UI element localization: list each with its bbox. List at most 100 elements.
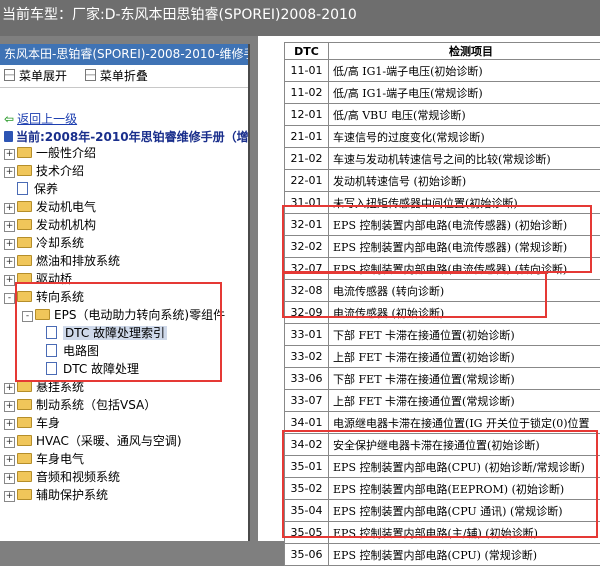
tree-item[interactable]: + 音频和视频系统 xyxy=(4,468,120,486)
tree-item[interactable]: + 技术介绍 xyxy=(4,162,84,180)
expand-toggle-icon[interactable]: + xyxy=(4,203,15,214)
folder-icon xyxy=(17,201,32,212)
dtc-code-cell: 33-07 xyxy=(285,390,329,412)
folder-icon xyxy=(17,237,32,248)
dtc-description-cell: 电流传感器 (转向诊断) xyxy=(329,280,600,302)
dtc-description-cell: 下部 FET 卡滞在接通位置(常规诊断) xyxy=(329,368,600,390)
folder-icon xyxy=(17,399,32,410)
collapse-menu-button[interactable]: 菜单折叠 xyxy=(85,69,148,83)
folder-icon xyxy=(17,471,32,482)
book-icon xyxy=(4,131,13,142)
dtc-row: 35-01EPS 控制装置内部电路(CPU) (初始诊断/常规诊断) xyxy=(285,456,600,478)
tree-item-label: 燃油和排放系统 xyxy=(36,254,120,268)
dtc-description-cell: EPS 控制装置内部电路(电流传感器) (初始诊断) xyxy=(329,214,600,236)
tree-item[interactable]: + 悬挂系统 xyxy=(4,378,84,396)
expand-toggle-icon[interactable]: + xyxy=(4,437,15,448)
dtc-code-cell: 32-07 xyxy=(285,258,329,280)
expand-toggle-icon[interactable]: + xyxy=(4,221,15,232)
dtc-description-cell: 发动机转速信号 (初始诊断) xyxy=(329,170,600,192)
tree-item[interactable]: + 燃油和排放系统 xyxy=(4,252,120,270)
dtc-code-cell: 32-01 xyxy=(285,214,329,236)
expand-menu-button[interactable]: 菜单展开 xyxy=(4,69,67,83)
tree-item[interactable]: +车身电气 xyxy=(4,450,84,468)
expand-toggle-icon[interactable]: + xyxy=(4,275,15,286)
dtc-code-cell: 21-01 xyxy=(285,126,329,148)
dtc-description-cell: 车速信号的过度变化(常规诊断) xyxy=(329,126,600,148)
tree-item-label: 悬挂系统 xyxy=(36,380,84,394)
collapse-toggle-icon[interactable]: - xyxy=(4,293,15,304)
dtc-row: 34-02安全保护继电器卡滞在接通位置(初始诊断) xyxy=(285,434,600,456)
tree-item[interactable]: + HVAC（采暖、通风与空调) xyxy=(4,432,182,450)
dtc-description-cell: 下部 FET 卡滞在接通位置(初始诊断) xyxy=(329,324,600,346)
dtc-description-cell: 未写入扭矩传感器中间位置(初始诊断) xyxy=(329,192,600,214)
tree-item[interactable]: DTC 故障处理 xyxy=(40,360,139,378)
expand-toggle-icon[interactable]: + xyxy=(4,401,15,412)
dtc-row: 35-04EPS 控制装置内部电路(CPU 通讯) (常规诊断) xyxy=(285,500,600,522)
current-manual-text: 当前:2008年-2010年思铂睿维修手册（增补 xyxy=(16,130,250,144)
tree-item[interactable]: + 制动系统（包括VSA） xyxy=(4,396,156,414)
tree-item[interactable]: + 发动机电气 xyxy=(4,198,96,216)
tree-item-label: 制动系统（包括VSA） xyxy=(36,398,156,412)
dtc-code-cell: 35-05 xyxy=(285,522,329,544)
dtc-row: 33-06下部 FET 卡滞在接通位置(常规诊断) xyxy=(285,368,600,390)
back-link[interactable]: ⇦返回上一级 xyxy=(4,110,77,127)
dtc-description-cell: 低/高 IG1-端子电压(常规诊断) xyxy=(329,82,600,104)
expand-toggle-icon[interactable]: + xyxy=(4,455,15,466)
tree-item[interactable]: 保养 xyxy=(4,180,58,198)
tree-item-label: 车身 xyxy=(36,416,60,430)
tree-item[interactable]: +驱动桥 xyxy=(4,270,72,288)
tree-item-label: 发动机电气 xyxy=(36,200,96,214)
tree-item[interactable]: DTC 故障处理索引 xyxy=(40,324,167,342)
dtc-code-cell: 31-01 xyxy=(285,192,329,214)
dtc-code-cell: 32-02 xyxy=(285,236,329,258)
expand-toggle-icon[interactable]: + xyxy=(4,257,15,268)
tree-item[interactable]: -EPS（电动助力转向系统)零组件 xyxy=(22,306,225,324)
expand-toggle-icon[interactable]: + xyxy=(4,473,15,484)
dtc-description-cell: EPS 控制装置内部电路(电流传感器) (转向诊断) xyxy=(329,258,600,280)
dtc-description-cell: EPS 控制装置内部电路(CPU) (初始诊断/常规诊断) xyxy=(329,456,600,478)
collapse-toggle-icon[interactable]: - xyxy=(22,311,33,322)
dtc-code-cell: 32-09 xyxy=(285,302,329,324)
dtc-row: 32-09电流传感器 (初始诊断) xyxy=(285,302,600,324)
tree-item[interactable]: -转向系统 xyxy=(4,288,84,306)
tree-item-label: 技术介绍 xyxy=(36,164,84,178)
dtc-description-cell: EPS 控制装置内部电路(主/辅) (初始诊断) xyxy=(329,522,600,544)
dtc-code-cell: 33-02 xyxy=(285,346,329,368)
dtc-row: 35-05EPS 控制装置内部电路(主/辅) (初始诊断) xyxy=(285,522,600,544)
dtc-description-cell: 低/高 VBU 电压(常规诊断) xyxy=(329,104,600,126)
folder-icon xyxy=(17,219,32,230)
dtc-description-cell: EPS 控制装置内部电路(CPU 通讯) (常规诊断) xyxy=(329,500,600,522)
tree-item-label: HVAC（采暖、通风与空调) xyxy=(36,434,182,448)
dtc-code-cell: 35-01 xyxy=(285,456,329,478)
tree-item[interactable]: 电路图 xyxy=(40,342,99,360)
expand-toggle-icon[interactable]: + xyxy=(4,149,15,160)
tree-item-label: 保养 xyxy=(34,182,58,196)
tree-item[interactable]: +辅助保护系统 xyxy=(4,486,108,504)
expand-icon xyxy=(4,69,15,81)
dtc-description-cell: 车速与发动机转速信号之间的比较(常规诊断) xyxy=(329,148,600,170)
collapse-menu-label: 菜单折叠 xyxy=(100,69,148,83)
dtc-row: 32-07EPS 控制装置内部电路(电流传感器) (转向诊断) xyxy=(285,258,600,280)
expand-toggle-icon[interactable]: + xyxy=(4,383,15,394)
expand-toggle-icon[interactable]: + xyxy=(4,239,15,250)
dtc-code-cell: 11-02 xyxy=(285,82,329,104)
folder-icon xyxy=(17,381,32,392)
dtc-description-cell: EPS 控制装置内部电路(电流传感器) (常规诊断) xyxy=(329,236,600,258)
dtc-row: 33-01下部 FET 卡滞在接通位置(初始诊断) xyxy=(285,324,600,346)
dtc-row: 11-02低/高 IG1-端子电压(常规诊断) xyxy=(285,82,600,104)
dtc-header-row: DTC 检测项目 xyxy=(285,43,600,60)
tree-item[interactable]: +冷却系统 xyxy=(4,234,84,252)
folder-icon xyxy=(17,255,32,266)
tree-item[interactable]: + 车身 xyxy=(4,414,60,432)
expand-toggle-icon[interactable]: + xyxy=(4,167,15,178)
tree-item[interactable]: +发动机机构 xyxy=(4,216,96,234)
dtc-description-cell: 上部 FET 卡滞在接通位置(常规诊断) xyxy=(329,390,600,412)
expand-toggle-icon[interactable]: + xyxy=(4,419,15,430)
dtc-code-cell: 21-02 xyxy=(285,148,329,170)
dtc-code-cell: 33-06 xyxy=(285,368,329,390)
tree-item[interactable]: +一般性介绍 xyxy=(4,144,96,162)
navigation-panel: 东风本田-思铂睿(SPOREI)-2008-2010-维修手册 菜单展开 菜单折… xyxy=(0,44,250,541)
tree-toolbar: 菜单展开 菜单折叠 xyxy=(0,65,248,88)
tree-item-label: 音频和视频系统 xyxy=(36,470,120,484)
expand-toggle-icon[interactable]: + xyxy=(4,491,15,502)
